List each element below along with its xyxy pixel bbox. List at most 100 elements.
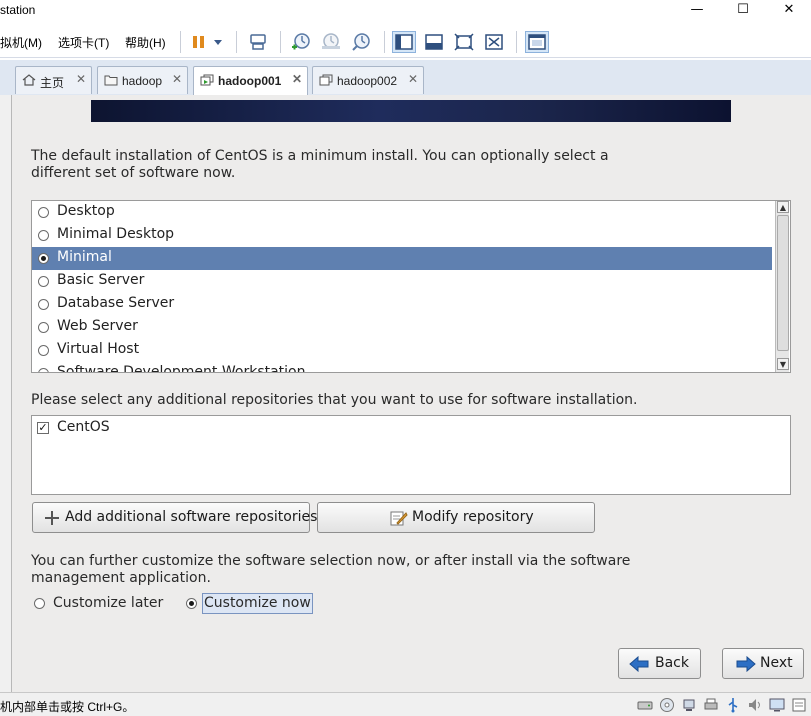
add-icon <box>43 510 61 526</box>
vm-console[interactable]: The default installation of CentOS is a … <box>12 95 811 692</box>
button-label: Back <box>655 655 689 671</box>
minimize-button[interactable]: — <box>674 0 720 20</box>
vm-icon <box>200 74 214 86</box>
show-library-icon[interactable] <box>392 31 416 53</box>
usb-controller-icon[interactable] <box>725 697 741 713</box>
toolbar-separator <box>280 31 281 53</box>
button-label: Modify repository <box>412 509 534 525</box>
toolbar-separator <box>384 31 385 53</box>
toolbar-separator <box>236 31 237 53</box>
arrow-left-icon <box>629 655 649 673</box>
customize-later-radio[interactable] <box>34 598 45 609</box>
tab-home[interactable]: 主页 ✕ <box>15 66 92 94</box>
sound-card-icon[interactable] <box>747 697 763 713</box>
list-item[interactable]: Virtual Host <box>32 339 772 362</box>
close-icon[interactable]: ✕ <box>408 72 418 86</box>
menu-tabs[interactable]: 选项卡(T) <box>58 34 109 51</box>
close-icon[interactable]: ✕ <box>172 72 182 86</box>
modify-repository-button[interactable]: Modify repository <box>317 502 595 533</box>
menu-vm[interactable]: 拟机(M) <box>0 34 42 51</box>
arrow-right-icon <box>736 655 756 673</box>
full-screen-icon[interactable] <box>452 31 476 53</box>
message-log-icon[interactable] <box>791 697 807 713</box>
radio-button[interactable] <box>38 299 49 310</box>
customize-later-label[interactable]: Customize later <box>53 595 163 612</box>
add-repositories-button[interactable]: Add additional software repositories <box>32 502 317 533</box>
option-label: Database Server <box>57 295 175 311</box>
tab-hadoop002[interactable]: hadoop002 ✕ <box>312 66 424 94</box>
toolbar-separator <box>516 31 517 53</box>
scroll-thumb[interactable] <box>777 215 789 351</box>
snapshot-revert-icon[interactable] <box>319 31 343 53</box>
radio-button[interactable] <box>38 368 49 372</box>
radio-button[interactable] <box>38 345 49 356</box>
option-label: CentOS <box>57 419 110 435</box>
customize-text-line2: management application. <box>31 570 211 586</box>
tab-hadoop[interactable]: hadoop ✕ <box>97 66 188 94</box>
radio-button[interactable] <box>38 207 49 218</box>
tab-label: 主页 <box>40 76 65 90</box>
library-sidebar-edge[interactable] <box>0 95 12 692</box>
window-title: station <box>0 3 36 17</box>
customize-now-radio[interactable] <box>186 598 197 609</box>
next-button[interactable]: Next <box>722 648 804 679</box>
list-item[interactable]: Basic Server <box>32 270 772 293</box>
list-item[interactable]: Database Server <box>32 293 772 316</box>
list-scrollbar[interactable]: ▲ ▼ <box>775 201 789 372</box>
folder-icon <box>104 74 118 86</box>
console-view-icon[interactable] <box>525 31 549 53</box>
list-item-selected[interactable]: Minimal <box>32 247 772 270</box>
list-item[interactable]: Desktop <box>32 201 772 224</box>
thumbnail-bar-icon[interactable] <box>422 31 446 53</box>
unity-icon[interactable] <box>482 31 506 53</box>
option-label: Basic Server <box>57 272 145 288</box>
display-icon[interactable] <box>769 697 785 713</box>
back-button[interactable]: Back <box>618 648 701 679</box>
radio-button[interactable] <box>38 253 49 264</box>
menu-help[interactable]: 帮助(H) <box>125 34 166 51</box>
customize-now-label[interactable]: Customize now <box>202 593 313 614</box>
maximize-button[interactable]: ☐ <box>720 0 766 20</box>
list-item[interactable]: ✓ CentOS <box>32 417 772 440</box>
vm-icon <box>319 74 333 86</box>
printer-icon[interactable] <box>703 697 719 713</box>
option-label: Virtual Host <box>57 341 140 357</box>
close-icon[interactable]: ✕ <box>76 72 86 86</box>
tab-label: hadoop <box>122 74 163 88</box>
radio-button[interactable] <box>38 322 49 333</box>
intro-text-line2: different set of software now. <box>31 165 236 181</box>
radio-button[interactable] <box>38 276 49 287</box>
network-adapter-icon[interactable] <box>681 697 697 713</box>
scroll-down-icon[interactable]: ▼ <box>777 358 789 370</box>
cd-dvd-icon[interactable] <box>659 697 675 713</box>
title-bar: station — ☐ ✕ <box>0 0 811 22</box>
list-item[interactable]: Software Development Workstation <box>32 362 772 373</box>
pause-icon[interactable] <box>188 31 212 53</box>
list-item[interactable]: Web Server <box>32 316 772 339</box>
repositories-prompt: Please select any additional repositorie… <box>31 392 638 408</box>
snapshot-manager-icon[interactable] <box>349 31 373 53</box>
button-label: Next <box>760 655 793 671</box>
option-label: Software Development Workstation <box>57 364 306 373</box>
toolbar-separator <box>180 31 181 53</box>
snapshot-take-icon[interactable] <box>289 31 313 53</box>
list-item[interactable]: Minimal Desktop <box>32 224 772 247</box>
installer-banner <box>91 100 731 122</box>
tab-label: hadoop002 <box>337 74 398 88</box>
close-icon[interactable]: ✕ <box>292 72 302 86</box>
repository-list[interactable]: ✓ CentOS <box>31 415 791 495</box>
send-keys-icon[interactable] <box>246 31 270 53</box>
repository-checkbox[interactable]: ✓ <box>37 422 49 434</box>
option-label: Minimal <box>57 249 112 265</box>
status-hint: 机内部单击或按 Ctrl+G。 <box>0 700 135 714</box>
menu-toolbar: 拟机(M) 选项卡(T) 帮助(H) <box>0 26 811 58</box>
close-button[interactable]: ✕ <box>766 0 811 20</box>
software-set-list[interactable]: Desktop Minimal Desktop Minimal Basic Se… <box>31 200 791 373</box>
hard-disk-icon[interactable] <box>637 697 653 713</box>
scroll-up-icon[interactable]: ▲ <box>777 201 789 213</box>
radio-button[interactable] <box>38 230 49 241</box>
tab-strip: 主页 ✕ hadoop ✕ hadoop001 ✕ hadoop002 ✕ <box>0 60 811 95</box>
customize-text-line1: You can further customize the software s… <box>31 553 631 569</box>
tab-hadoop001[interactable]: hadoop001 ✕ <box>193 66 308 95</box>
dropdown-arrow-icon[interactable] <box>210 31 226 53</box>
